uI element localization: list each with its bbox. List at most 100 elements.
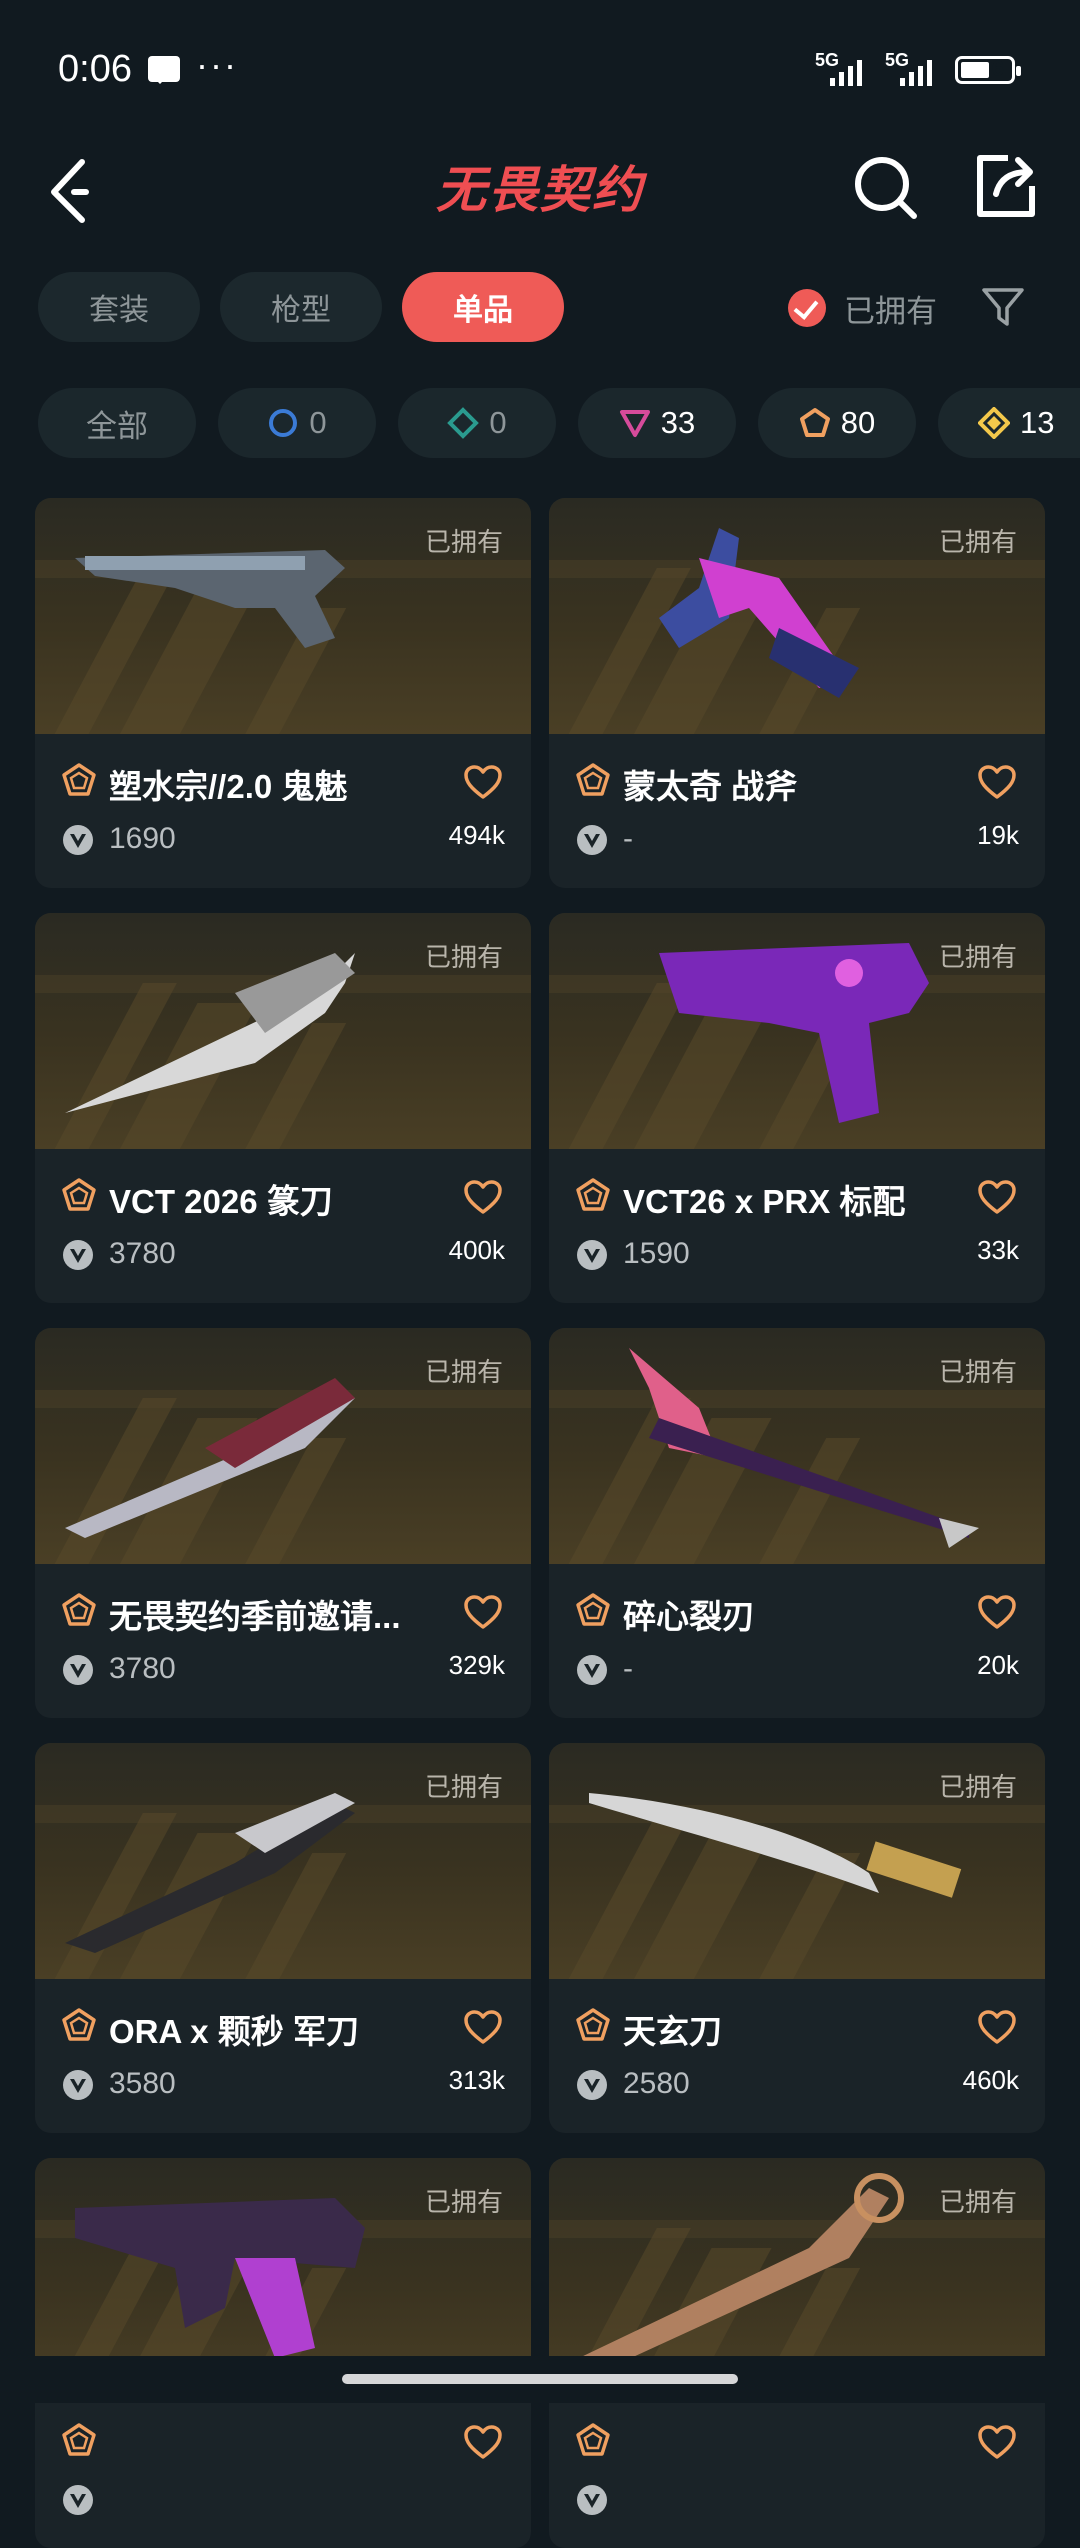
vp-currency-icon <box>63 825 93 855</box>
exclusive-tier-icon <box>576 763 610 796</box>
owned-tag: 已拥有 <box>938 942 1017 972</box>
exclusive-tier-icon <box>62 763 96 796</box>
item-likes: 313k <box>448 2065 505 2095</box>
item-card[interactable]: 已拥有 VCT 2026 篆刀 3780 400k <box>35 913 531 1303</box>
heart-icon[interactable] <box>463 2009 503 2045</box>
status-bar: 0:06 ··· 5G 5G 6 <box>0 0 1080 140</box>
tier-chip-premium-count: 33 <box>660 405 696 440</box>
item-name: 无畏契约季前邀请... <box>109 1598 401 1635</box>
heart-icon[interactable] <box>463 1594 503 1630</box>
vp-currency-icon <box>577 1240 607 1270</box>
exclusive-tier-icon <box>62 2008 96 2041</box>
search-icon[interactable] <box>850 152 920 222</box>
item-image: 已拥有 <box>35 1328 531 1564</box>
owned-tag: 已拥有 <box>424 1772 503 1802</box>
item-price: 2580 <box>623 2067 690 2100</box>
heart-icon[interactable] <box>977 1594 1017 1630</box>
owned-tag: 已拥有 <box>424 1357 503 1387</box>
item-card[interactable]: 已拥有 ORA x 颗秒 军刀 3580 313k <box>35 1743 531 2133</box>
owned-tag: 已拥有 <box>424 942 503 972</box>
tab-single-item[interactable]: 单品 <box>402 272 564 342</box>
item-name: ORA x 颗秒 军刀 <box>109 2013 359 2050</box>
owned-label: 已拥有 <box>844 293 937 329</box>
item-card[interactable]: 已拥有 <box>35 2158 531 2548</box>
exclusive-tier-icon <box>62 1593 96 1626</box>
owned-toggle[interactable]: 已拥有 <box>788 280 937 336</box>
vp-currency-icon <box>577 1655 607 1685</box>
item-image: 已拥有 <box>549 1743 1045 1979</box>
exclusive-tier-icon <box>576 2008 610 2041</box>
item-card[interactable]: 已拥有 天玄刀 2580 460k <box>549 1743 1045 2133</box>
item-card[interactable]: 已拥有 <box>549 2158 1045 2548</box>
item-image: 已拥有 <box>35 913 531 1149</box>
tier-chip-ultra[interactable]: 13 <box>938 388 1080 458</box>
tier-chip-all[interactable]: 全部 <box>38 388 196 458</box>
item-price: - <box>623 1652 633 1685</box>
checkmark-icon <box>788 289 826 327</box>
home-indicator[interactable] <box>342 2374 738 2384</box>
status-time: 0:06 <box>58 48 132 90</box>
tier-chip-premium[interactable]: 33 <box>578 388 736 458</box>
item-card[interactable]: 已拥有 蒙太奇 战斧 - 19k <box>549 498 1045 888</box>
owned-tag: 已拥有 <box>938 2187 1017 2217</box>
item-likes: 20k <box>977 1650 1019 1680</box>
exclusive-tier-icon <box>799 408 830 437</box>
item-image: 已拥有 <box>35 498 531 734</box>
item-price: 3580 <box>109 2067 176 2100</box>
owned-tag: 已拥有 <box>938 527 1017 557</box>
heart-icon[interactable] <box>977 2009 1017 2045</box>
more-notifications-icon: ··· <box>196 44 238 85</box>
tier-filter-row: 全部 0 0 33 80 13 <box>38 388 1080 458</box>
tier-chip-ultra-count: 13 <box>1020 405 1055 440</box>
heart-icon[interactable] <box>463 2424 503 2460</box>
item-card[interactable]: 已拥有 VCT26 x PRX 标配 1590 33k <box>549 913 1045 1303</box>
exclusive-tier-icon <box>576 2423 610 2456</box>
owned-tag: 已拥有 <box>938 1357 1017 1387</box>
heart-icon[interactable] <box>977 764 1017 800</box>
item-name: 蒙太奇 战斧 <box>623 768 798 805</box>
tier-chip-select[interactable]: 0 <box>218 388 376 458</box>
item-image: 已拥有 <box>549 1328 1045 1564</box>
tier-chip-deluxe[interactable]: 0 <box>398 388 556 458</box>
exclusive-tier-icon <box>62 2423 96 2456</box>
tab-bundle[interactable]: 套装 <box>38 272 200 342</box>
category-tabs: 套装 枪型 单品 <box>38 272 564 342</box>
heart-icon[interactable] <box>977 2424 1017 2460</box>
battery-level: 6 <box>991 56 1004 81</box>
share-icon[interactable] <box>970 148 1040 224</box>
tier-chip-select-count: 0 <box>309 405 327 440</box>
heart-icon[interactable] <box>463 1179 503 1215</box>
tab-weapon-type[interactable]: 枪型 <box>220 272 382 342</box>
item-card[interactable]: 已拥有 塑水宗//2.0 鬼魅 1690 494k <box>35 498 531 888</box>
owned-tag: 已拥有 <box>424 527 503 557</box>
vp-currency-icon <box>63 1240 93 1270</box>
tier-chip-all-label: 全部 <box>86 408 148 444</box>
item-name: 塑水宗//2.0 鬼魅 <box>109 768 348 805</box>
vp-currency-icon <box>63 1655 93 1685</box>
heart-icon[interactable] <box>463 764 503 800</box>
item-price: 3780 <box>109 1237 176 1270</box>
signal-icon-1 <box>830 50 862 86</box>
item-name: VCT26 x PRX 标配 <box>623 1183 906 1220</box>
item-likes: 329k <box>448 1650 505 1680</box>
vp-currency-icon <box>63 2485 93 2515</box>
item-card[interactable]: 已拥有 碎心裂刃 - 20k <box>549 1328 1045 1718</box>
filter-icon[interactable] <box>980 284 1026 330</box>
heart-icon[interactable] <box>977 1179 1017 1215</box>
item-likes: 460k <box>962 2065 1019 2095</box>
vp-currency-icon <box>577 2070 607 2100</box>
select-tier-icon <box>269 409 298 437</box>
item-name: VCT 2026 篆刀 <box>109 1183 333 1220</box>
tier-chip-exclusive[interactable]: 80 <box>758 388 916 458</box>
owned-tag: 已拥有 <box>938 1772 1017 1802</box>
exclusive-tier-icon <box>576 1593 610 1626</box>
owned-tag: 已拥有 <box>424 2187 503 2217</box>
item-card[interactable]: 已拥有 无畏契约季前邀请... 3780 329k <box>35 1328 531 1718</box>
item-price: 3780 <box>109 1652 176 1685</box>
item-likes: 33k <box>977 1235 1019 1265</box>
battery-icon: 6 <box>955 56 1021 84</box>
item-price: 1690 <box>109 822 176 855</box>
tier-chip-deluxe-count: 0 <box>489 405 507 440</box>
item-likes: 494k <box>448 820 505 850</box>
item-name: 碎心裂刃 <box>623 1598 755 1635</box>
